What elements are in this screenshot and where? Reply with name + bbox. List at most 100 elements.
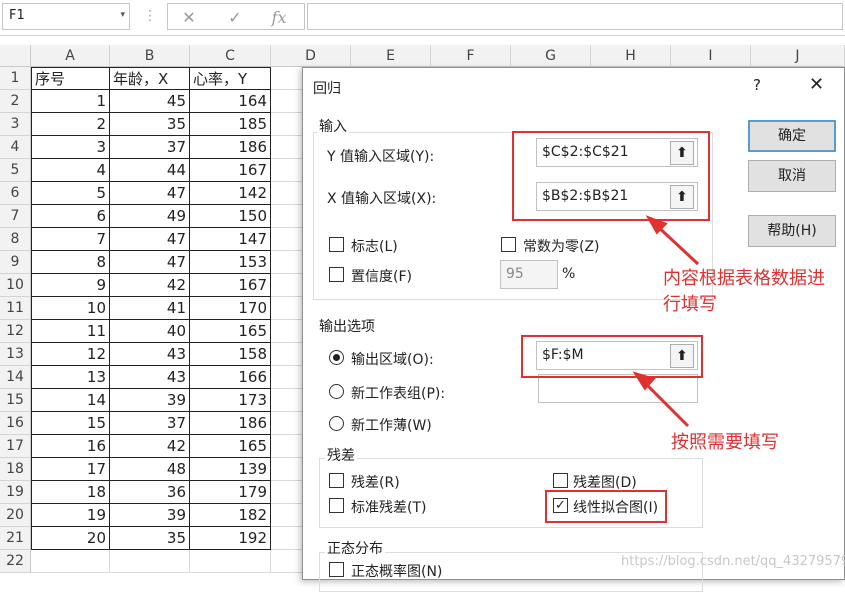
grid-cell[interactable]: 37: [110, 412, 190, 435]
row-header[interactable]: 11: [0, 297, 31, 320]
row-header[interactable]: 21: [0, 527, 31, 550]
grid-cell[interactable]: 186: [190, 136, 271, 159]
cancel-button[interactable]: 取消: [748, 160, 836, 192]
confidence-input[interactable]: 95: [500, 260, 558, 289]
row-header[interactable]: 8: [0, 228, 31, 251]
grid-cell[interactable]: 164: [190, 90, 271, 113]
grid-cell[interactable]: 3: [31, 136, 110, 159]
help-button[interactable]: 帮助(H): [748, 215, 836, 247]
grid-cell[interactable]: 年龄，X: [110, 67, 190, 90]
row-header[interactable]: 15: [0, 389, 31, 412]
grid-cell[interactable]: 19: [31, 504, 110, 527]
grid-cell[interactable]: 192: [190, 527, 271, 550]
grid-cell[interactable]: 18: [31, 481, 110, 504]
name-box[interactable]: F1 ▾: [2, 3, 130, 30]
grid-cell[interactable]: 20: [31, 527, 110, 550]
grid-cell[interactable]: 37: [110, 136, 190, 159]
grid-cell[interactable]: 35: [110, 113, 190, 136]
grid-cell[interactable]: 139: [190, 458, 271, 481]
help-icon[interactable]: ?: [753, 76, 761, 94]
grid-cell[interactable]: 13: [31, 366, 110, 389]
grid-cell[interactable]: 43: [110, 366, 190, 389]
grid-cell[interactable]: 43: [110, 343, 190, 366]
formula-input[interactable]: [307, 3, 843, 30]
grid-cell[interactable]: 4: [31, 159, 110, 182]
grid-cell[interactable]: 142: [190, 182, 271, 205]
row-header[interactable]: 3: [0, 113, 31, 136]
column-header[interactable]: G: [511, 45, 591, 67]
column-header[interactable]: B: [110, 45, 190, 67]
row-header[interactable]: 1: [0, 67, 31, 90]
grid-cell[interactable]: 167: [190, 274, 271, 297]
row-header[interactable]: 20: [0, 504, 31, 527]
grid-cell[interactable]: 186: [190, 412, 271, 435]
row-header[interactable]: 17: [0, 435, 31, 458]
new-workbook-radio[interactable]: [329, 416, 344, 431]
grid-cell[interactable]: 15: [31, 412, 110, 435]
column-header[interactable]: A: [31, 45, 110, 67]
row-header[interactable]: 7: [0, 205, 31, 228]
grid-cell[interactable]: 166: [190, 366, 271, 389]
column-header[interactable]: I: [671, 45, 751, 67]
grid-cell[interactable]: 9: [31, 274, 110, 297]
column-header[interactable]: H: [591, 45, 671, 67]
residual-plot-checkbox[interactable]: [553, 473, 568, 488]
grid-cell[interactable]: 147: [190, 228, 271, 251]
grid-cell[interactable]: 35: [110, 527, 190, 550]
normal-plot-checkbox[interactable]: [329, 562, 344, 577]
grid-cell[interactable]: 44: [110, 159, 190, 182]
grid-cell[interactable]: 167: [190, 159, 271, 182]
grid-cell[interactable]: 36: [110, 481, 190, 504]
grid-cell[interactable]: 153: [190, 251, 271, 274]
new-sheet-radio[interactable]: [329, 384, 344, 399]
residuals-checkbox[interactable]: [329, 473, 344, 488]
confidence-checkbox[interactable]: [329, 267, 344, 282]
grid-cell[interactable]: 185: [190, 113, 271, 136]
grid-cell[interactable]: 165: [190, 320, 271, 343]
grid-cell[interactable]: 8: [31, 251, 110, 274]
grid-cell[interactable]: [110, 550, 190, 573]
row-header[interactable]: 19: [0, 481, 31, 504]
grid-cell[interactable]: 41: [110, 297, 190, 320]
grid-cell[interactable]: 40: [110, 320, 190, 343]
grid-cell[interactable]: 16: [31, 435, 110, 458]
row-header[interactable]: 16: [0, 412, 31, 435]
grid-cell[interactable]: 47: [110, 182, 190, 205]
column-header[interactable]: F: [431, 45, 511, 67]
ok-button[interactable]: 确定: [748, 120, 836, 152]
grid-cell[interactable]: [190, 550, 271, 573]
grid-cell[interactable]: 39: [110, 504, 190, 527]
constant-zero-checkbox[interactable]: [501, 237, 516, 252]
grid-cell[interactable]: 45: [110, 90, 190, 113]
grid-cell[interactable]: 47: [110, 228, 190, 251]
select-all-corner[interactable]: [0, 45, 31, 67]
row-header[interactable]: 22: [0, 550, 31, 573]
grid-cell[interactable]: 182: [190, 504, 271, 527]
std-residuals-checkbox[interactable]: [329, 498, 344, 513]
row-header[interactable]: 14: [0, 366, 31, 389]
grid-cell[interactable]: 42: [110, 435, 190, 458]
grid-cell[interactable]: 173: [190, 389, 271, 412]
grid-cell[interactable]: 17: [31, 458, 110, 481]
grid-cell[interactable]: 165: [190, 435, 271, 458]
grid-cell[interactable]: 170: [190, 297, 271, 320]
grid-cell[interactable]: 10: [31, 297, 110, 320]
grid-cell[interactable]: 5: [31, 182, 110, 205]
cancel-icon[interactable]: ✕: [178, 8, 200, 28]
grid-cell[interactable]: 序号: [31, 67, 110, 90]
grid-cell[interactable]: 47: [110, 251, 190, 274]
grid-cell[interactable]: [31, 550, 110, 573]
grid-cell[interactable]: 49: [110, 205, 190, 228]
row-header[interactable]: 18: [0, 458, 31, 481]
grid-cell[interactable]: 158: [190, 343, 271, 366]
grid-cell[interactable]: 14: [31, 389, 110, 412]
enter-icon[interactable]: ✓: [224, 8, 246, 28]
insert-function-button[interactable]: fx: [268, 8, 290, 28]
grid-cell[interactable]: 12: [31, 343, 110, 366]
column-header[interactable]: J: [751, 45, 845, 67]
close-icon[interactable]: ✕: [809, 74, 824, 95]
row-header[interactable]: 9: [0, 251, 31, 274]
row-header[interactable]: 6: [0, 182, 31, 205]
grid-cell[interactable]: 179: [190, 481, 271, 504]
column-header[interactable]: E: [351, 45, 431, 67]
